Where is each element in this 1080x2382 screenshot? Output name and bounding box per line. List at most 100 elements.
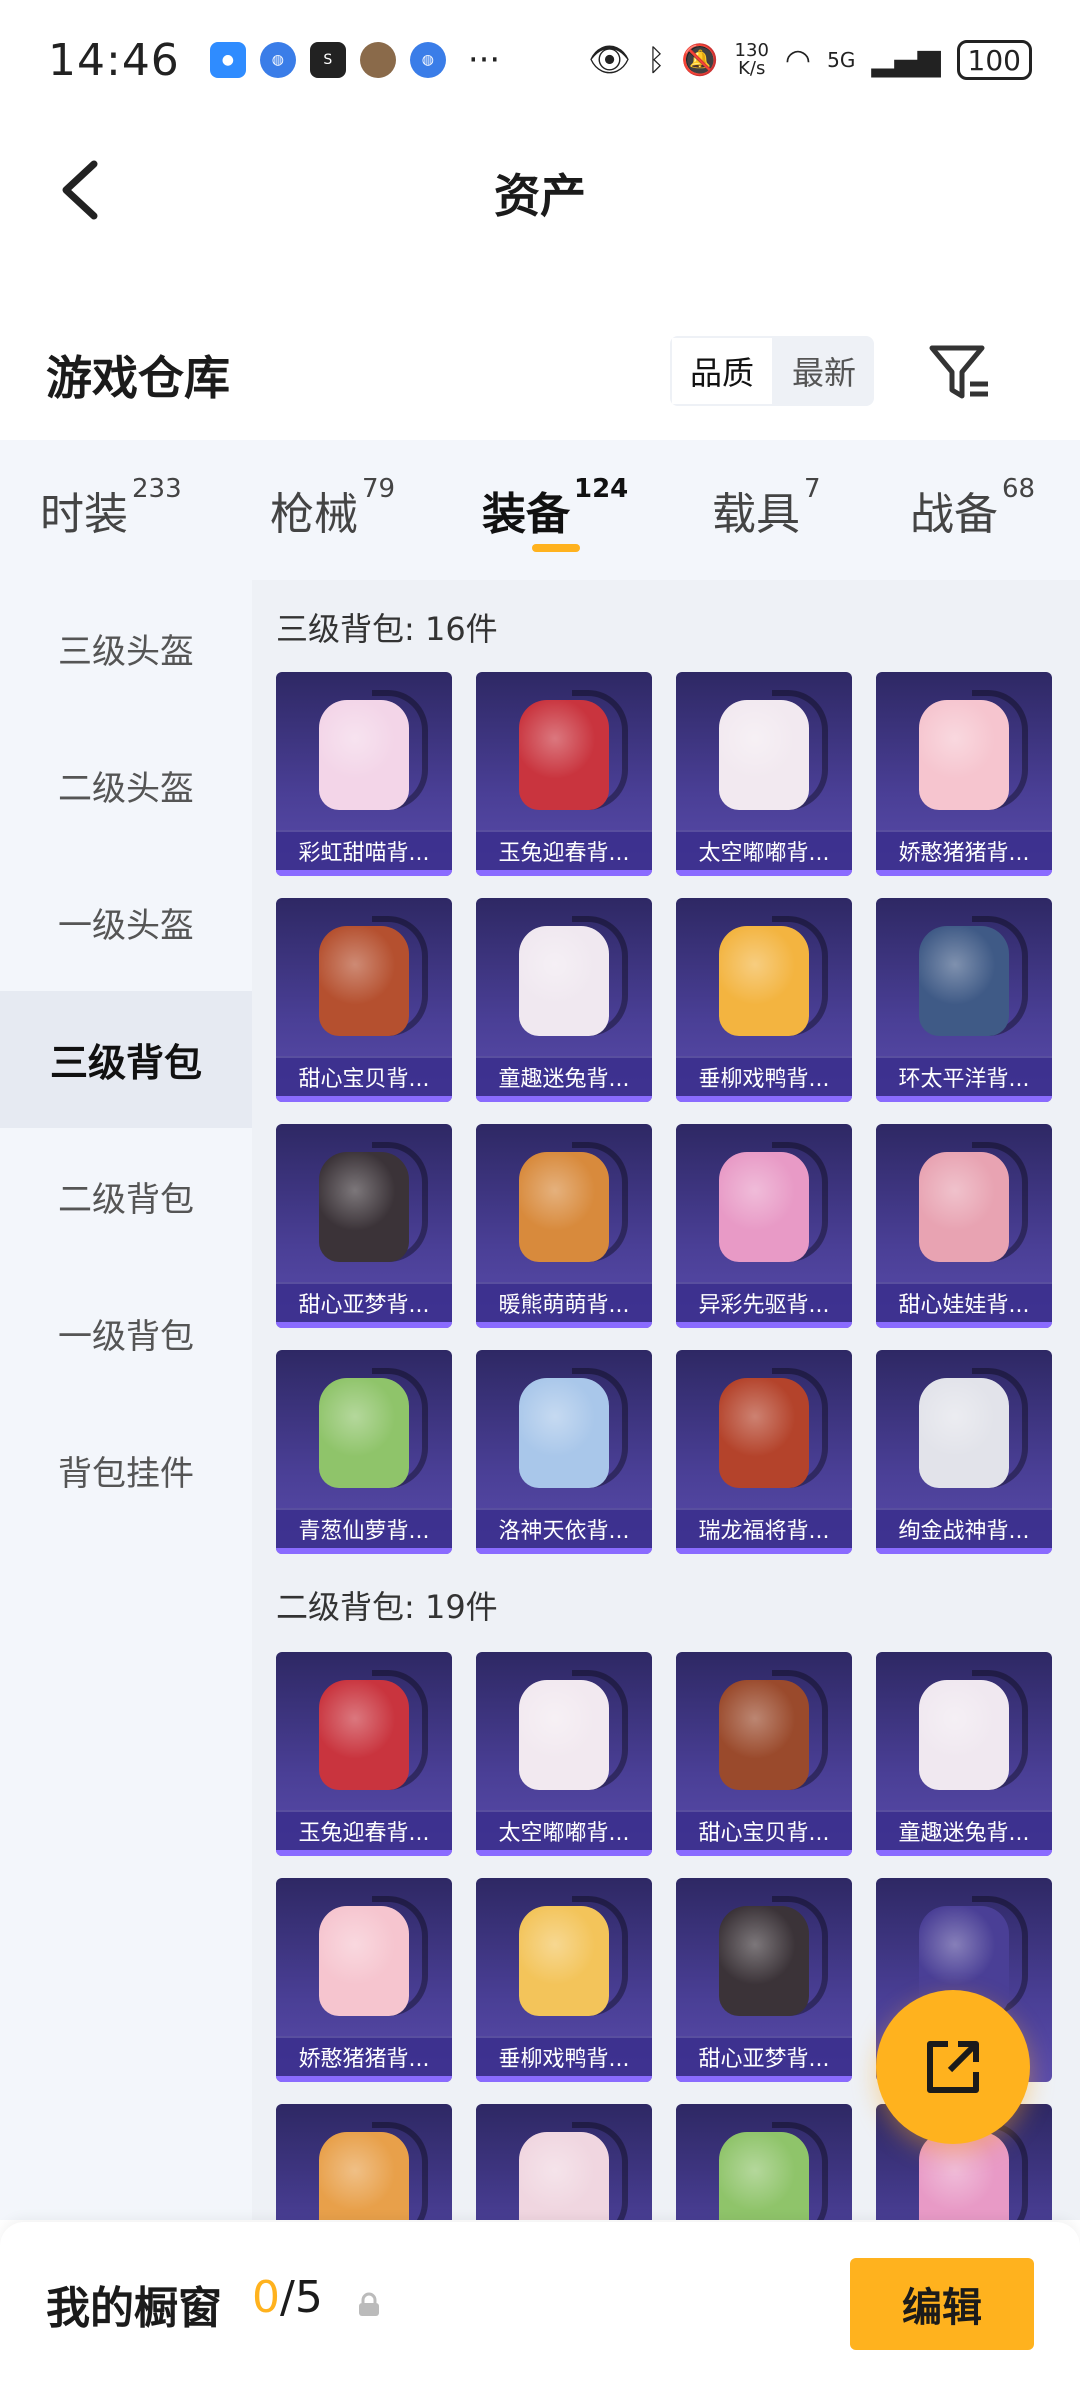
avatar-app-icon xyxy=(359,42,396,78)
item-card[interactable]: 娇憨猪猪背... xyxy=(876,672,1052,876)
card-underline xyxy=(276,870,452,876)
item-card[interactable]: 玉兔迎春背... xyxy=(476,672,652,876)
edit-button[interactable]: 编辑 xyxy=(850,2258,1034,2350)
sidebar-item-helmet-3[interactable]: 三级头盔 xyxy=(0,580,252,717)
item-card[interactable]: 洛神天依背... xyxy=(476,1350,652,1554)
item-name: 太空嘟嘟背... xyxy=(676,830,852,870)
item-name: 彩虹甜喵背... xyxy=(276,830,452,870)
filter-icon xyxy=(929,345,988,399)
sidebar-item-helmet-2[interactable]: 二级头盔 xyxy=(0,717,252,854)
tab-guns[interactable]: 枪械 79 xyxy=(270,474,395,542)
sidebar-item-helmet-1[interactable]: 一级头盔 xyxy=(0,854,252,991)
card-underline xyxy=(276,1322,452,1328)
item-card[interactable]: 甜心宝贝背... xyxy=(676,1652,852,1856)
item-card[interactable]: 甜心亚梦背... xyxy=(276,1124,452,1328)
card-underline xyxy=(276,1096,452,1102)
card-underline xyxy=(476,1850,652,1856)
share-button[interactable] xyxy=(876,1990,1030,2144)
card-underline xyxy=(876,1850,1052,1856)
card-underline xyxy=(876,1096,1052,1102)
item-card[interactable]: 垂柳戏鸭背... xyxy=(676,898,852,1102)
bluetooth-icon: ᛒ xyxy=(647,42,666,78)
sidebar-item-backpack-3[interactable]: 三级背包 xyxy=(0,991,252,1128)
showcase-count: 0/5 xyxy=(252,2272,323,2323)
item-card[interactable]: 绚金战神背... xyxy=(876,1350,1052,1554)
card-underline xyxy=(476,1548,652,1554)
battery-icon: 100 xyxy=(956,40,1032,80)
network-label: 5G xyxy=(827,48,856,72)
item-card[interactable]: 垂柳戏鸭背... xyxy=(476,1878,652,2082)
item-card[interactable]: 瑞龙福将背... xyxy=(676,1350,852,1554)
card-underline xyxy=(876,1322,1052,1328)
card-underline xyxy=(276,2076,452,2082)
item-card[interactable]: 童趣迷兔背... xyxy=(476,898,652,1102)
backpack-image xyxy=(319,1906,409,2016)
header: 资产 xyxy=(0,120,1080,260)
item-card[interactable]: 暖熊萌萌背... xyxy=(476,1124,652,1328)
sidebar-item-backpack-2[interactable]: 二级背包 xyxy=(0,1128,252,1265)
item-card[interactable] xyxy=(276,2104,452,2220)
section-title: 二级背包: 19件 xyxy=(276,1588,498,1626)
filter-button[interactable] xyxy=(926,338,996,408)
item-card[interactable] xyxy=(676,2104,852,2220)
mute-icon: 🔕 xyxy=(681,42,719,78)
item-card[interactable]: 童趣迷兔背... xyxy=(876,1652,1052,1856)
item-card[interactable]: 彩虹甜喵背... xyxy=(276,672,452,876)
card-underline xyxy=(876,1548,1052,1554)
item-name: 环太平洋背... xyxy=(876,1056,1052,1096)
message-app-icon: ● xyxy=(209,42,246,78)
sidebar-item-backpack-1[interactable]: 一级背包 xyxy=(0,1265,252,1402)
backpack-image xyxy=(319,700,409,810)
tab-vehicles[interactable]: 载具 7 xyxy=(712,474,821,542)
item-name: 青葱仙萝背... xyxy=(276,1508,452,1548)
card-underline xyxy=(476,1096,652,1102)
more-notifications-icon: ··· xyxy=(467,40,501,80)
status-bar: 14:46 ● ◍ S ◍ ··· 👁 ᛒ 🔕 130 K/s ◠ 5G ▂▄▆… xyxy=(0,0,1080,120)
item-name: 绚金战神背... xyxy=(876,1508,1052,1548)
item-card[interactable]: 甜心娃娃背... xyxy=(876,1124,1052,1328)
item-name: 太空嘟嘟背... xyxy=(476,1810,652,1850)
item-card[interactable]: 玉兔迎春背... xyxy=(276,1652,452,1856)
warehouse-row: 游戏仓库 品质 最新 xyxy=(0,320,1080,430)
backpack-image xyxy=(319,2132,409,2220)
item-name: 童趣迷兔背... xyxy=(876,1810,1052,1850)
item-card[interactable]: 太空嘟嘟背... xyxy=(676,672,852,876)
backpack-image xyxy=(719,700,809,810)
item-card[interactable]: 环太平洋背... xyxy=(876,898,1052,1102)
backpack-image xyxy=(919,1680,1009,1790)
tab-fashion[interactable]: 时装 233 xyxy=(40,474,182,542)
sort-newest-button[interactable]: 最新 xyxy=(774,336,874,406)
backpack-image xyxy=(919,2132,1009,2220)
backpack-image xyxy=(519,1906,609,2016)
item-card[interactable]: 甜心亚梦背... xyxy=(676,1878,852,2082)
share-icon xyxy=(927,2041,979,2093)
sort-quality-button[interactable]: 品质 xyxy=(670,336,775,406)
sidebar-item-backpack-charm[interactable]: 背包挂件 xyxy=(0,1402,252,1539)
card-underline xyxy=(476,870,652,876)
showcase-bar: 我的橱窗 0/5 编辑 xyxy=(0,2222,1080,2382)
item-name: 甜心亚梦背... xyxy=(676,2036,852,2076)
item-name: 暖熊萌萌背... xyxy=(476,1282,652,1322)
item-name: 甜心宝贝背... xyxy=(676,1810,852,1850)
card-underline xyxy=(676,1850,852,1856)
backpack-image xyxy=(719,926,809,1036)
item-card[interactable]: 甜心宝贝背... xyxy=(276,898,452,1102)
backpack-image xyxy=(719,1680,809,1790)
backpack-image xyxy=(319,1680,409,1790)
item-card[interactable] xyxy=(476,2104,652,2220)
item-card[interactable]: 异彩先驱背... xyxy=(676,1124,852,1328)
backpack-image xyxy=(919,1378,1009,1488)
tab-equipment[interactable]: 装备 124 xyxy=(482,474,628,542)
tab-supplies[interactable]: 战备 68 xyxy=(910,474,1035,542)
item-card[interactable]: 娇憨猪猪背... xyxy=(276,1878,452,2082)
backpack-image xyxy=(719,1152,809,1262)
item-card[interactable]: 太空嘟嘟背... xyxy=(476,1652,652,1856)
clock: 14:46 xyxy=(48,34,180,86)
item-name: 垂柳戏鸭背... xyxy=(676,1056,852,1096)
card-underline xyxy=(676,1322,852,1328)
backpack-image xyxy=(519,1680,609,1790)
item-card[interactable]: 青葱仙萝背... xyxy=(276,1350,452,1554)
item-name: 瑞龙福将背... xyxy=(676,1508,852,1548)
section-title: 三级背包: 16件 xyxy=(276,610,498,648)
item-name: 玉兔迎春背... xyxy=(276,1810,452,1850)
